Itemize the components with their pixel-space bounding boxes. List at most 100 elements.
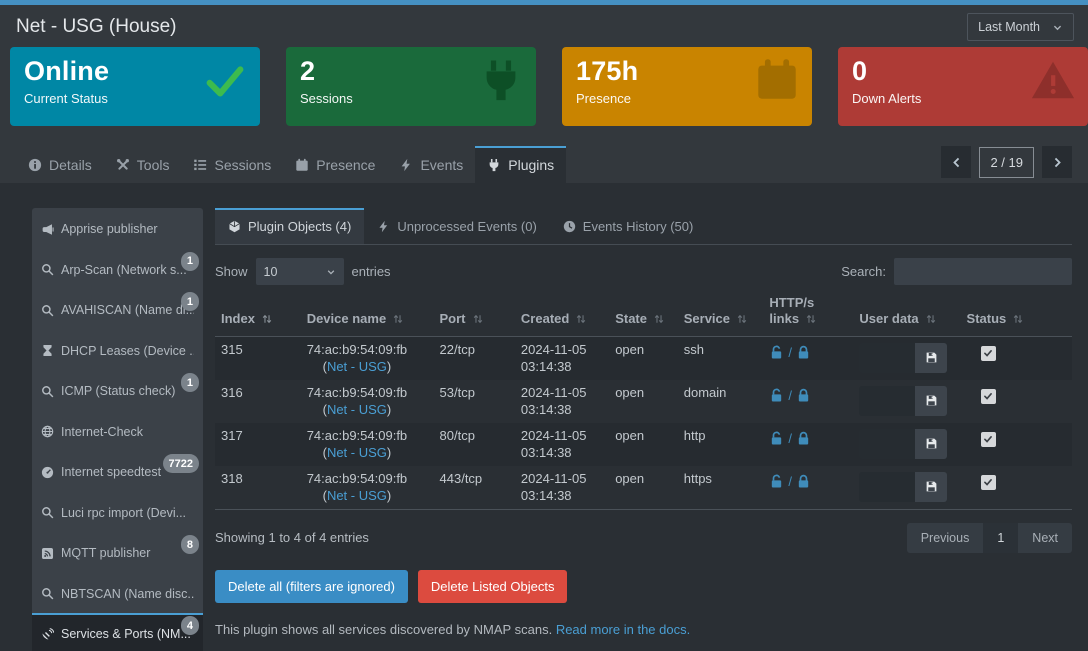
delete-all-button[interactable]: Delete all (filters are ignored) [215,570,408,603]
unlock-icon[interactable] [769,431,784,446]
sidebar-item-label: MQTT publisher [61,546,194,560]
tab-presence[interactable]: Presence [283,146,387,183]
sort-icon[interactable] [1012,313,1024,329]
column-header-state[interactable]: State [609,289,678,336]
state-value: open [615,385,644,400]
docs-link[interactable]: Read more in the docs. [556,622,690,637]
table-controls: Show 10 entries Search: [215,258,1072,285]
tab-details[interactable]: Details [16,146,104,183]
status-checkbox[interactable] [981,432,996,447]
user-data-input[interactable] [859,386,914,416]
tab-sessions[interactable]: Sessions [181,146,283,183]
plugin-objects-table: IndexDevice name Port CreatedStateServiceH… [215,289,1072,510]
period-dropdown[interactable]: Last Month [967,13,1074,41]
user-data-input[interactable] [859,429,914,459]
user-data-input[interactable] [859,472,914,502]
device-link[interactable]: Net - USG [327,402,387,417]
column-header-user-data[interactable]: User data [853,289,960,336]
column-header-index[interactable]: Index [215,289,301,336]
unlock-icon[interactable] [769,388,784,403]
http-links-cell: / [763,380,853,423]
sidebar-item-services-ports-nm[interactable]: Services & Ports (NM...4 [32,613,203,651]
lock-icon[interactable] [796,474,811,489]
index-value: 315 [221,342,243,357]
pager-prev-button[interactable] [941,146,971,178]
column-header-status[interactable]: Status [961,289,1072,336]
sidebar-item-nbtscan-name-disc[interactable]: NBTSCAN (Name disc... [32,573,203,614]
search-icon [41,304,54,317]
column-header-service[interactable]: Service [678,289,764,336]
card-label: Current Status [24,91,246,106]
entries-select[interactable]: 10 [256,258,344,285]
sort-icon[interactable] [925,313,937,329]
tab-tools[interactable]: Tools [104,146,182,183]
device-link[interactable]: Net - USG [327,359,387,374]
plugin-tab-events-history-50[interactable]: Events History (50) [550,208,707,244]
port-value: 80/tcp [440,428,475,443]
megaphone-icon [41,223,54,236]
sort-icon[interactable] [736,313,748,329]
card-label: Down Alerts [852,91,1074,106]
tab-plugins[interactable]: Plugins [475,146,566,183]
state-cell: open [609,466,678,510]
sort-icon[interactable] [261,313,273,329]
column-header-http-s-links[interactable]: HTTP/s links [763,289,853,336]
column-header-created[interactable]: Created [515,289,609,336]
unlock-icon[interactable] [769,474,784,489]
lock-icon[interactable] [796,388,811,403]
pagination-next[interactable]: Next [1018,523,1072,553]
tab-events[interactable]: Events [387,146,475,183]
status-checkbox[interactable] [981,475,996,490]
sidebar-item-luci-rpc-import-devi[interactable]: Luci rpc import (Devi... [32,492,203,533]
plugin-tab-unprocessed-events-0[interactable]: Unprocessed Events (0) [364,208,549,244]
save-button[interactable] [914,472,947,502]
column-header-device-name[interactable]: Device name [301,289,434,336]
sidebar-item-arp-scan-network-s[interactable]: Arp-Scan (Network s...1 [32,249,203,290]
save-button[interactable] [914,386,947,416]
status-checkbox[interactable] [981,389,996,404]
sidebar-item-label: Services & Ports (NM... [61,627,194,641]
user-data-cell [853,466,960,510]
sidebar-item-internet-check[interactable]: Internet-Check [32,411,203,452]
sidebar-item-mqtt-publisher[interactable]: MQTT publisher8 [32,532,203,573]
plugin-tab-plugin-objects-4[interactable]: Plugin Objects (4) [215,208,364,244]
lock-icon[interactable] [796,345,811,360]
save-button[interactable] [914,429,947,459]
list-icon [193,158,207,172]
sort-icon[interactable] [575,313,587,329]
column-header-port[interactable]: Port [434,289,515,336]
sidebar-item-apprise-publisher[interactable]: Apprise publisher [32,208,203,249]
pagination-page-1[interactable]: 1 [983,523,1018,553]
user-data-input[interactable] [859,343,914,373]
sidebar-item-dhcp-leases-device[interactable]: DHCP Leases (Device ... [32,330,203,371]
device-mac: 74:ac:b9:54:09:fb [307,384,407,402]
user-data-group [859,386,947,416]
pager-next-button[interactable] [1042,146,1072,178]
device-link[interactable]: Net - USG [327,488,387,503]
device-link[interactable]: Net - USG [327,445,387,460]
sidebar-item-icmp-status-check[interactable]: ICMP (Status check)1 [32,370,203,411]
save-button[interactable] [914,343,947,373]
sidebar-item-avahiscan-name-di[interactable]: AVAHISCAN (Name di...1 [32,289,203,330]
device-name-cell: 74:ac:b9:54:09:fb(Net - USG) [301,336,434,380]
status-checkbox[interactable] [981,346,996,361]
device-mac: 74:ac:b9:54:09:fb [307,470,407,488]
http-links: / [769,430,847,448]
page-header: Net - USG (House) Last Month [0,5,1088,45]
unlock-icon[interactable] [769,345,784,360]
delete-listed-button[interactable]: Delete Listed Objects [418,570,568,603]
device-name: 74:ac:b9:54:09:fb(Net - USG) [307,470,407,505]
search-input[interactable] [894,258,1072,285]
sort-icon[interactable] [653,313,665,329]
pagination-previous[interactable]: Previous [907,523,984,553]
sort-icon[interactable] [805,313,817,329]
tab-label: Tools [137,157,170,173]
lock-icon[interactable] [796,431,811,446]
sidebar-item-internet-speedtest[interactable]: Internet speedtest7722 [32,451,203,492]
sort-icon[interactable] [392,313,404,329]
sort-icon[interactable] [472,313,484,329]
tab-label: Sessions [214,157,271,173]
column-header-label: Port [440,311,466,326]
http-links: / [769,387,847,405]
checkmark-icon [983,348,993,358]
